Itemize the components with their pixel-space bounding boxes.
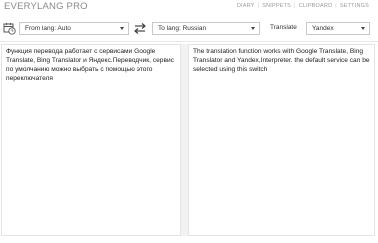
translate-label: Translate xyxy=(270,24,297,31)
nav-item-settings[interactable]: SETTINGS xyxy=(337,3,372,9)
chevron-down-icon xyxy=(120,27,124,30)
source-text-area[interactable]: Функция перевода работает с сервисами Go… xyxy=(1,44,181,236)
from-lang-value: From lang: Auto xyxy=(25,25,71,32)
to-lang-value: To lang: Russian xyxy=(158,25,207,32)
translated-text-area[interactable]: The translation function works with Goog… xyxy=(188,44,375,236)
chevron-down-icon xyxy=(251,27,255,30)
panel-splitter[interactable] xyxy=(181,44,188,236)
translation-toolbar: From lang: Auto To lang: Russian Transla… xyxy=(0,14,378,42)
to-lang-select[interactable]: To lang: Russian xyxy=(152,22,260,35)
translation-engine-select[interactable]: Yandex xyxy=(306,22,370,35)
app-title: EVERYLANG PRO xyxy=(4,1,88,12)
nav-item-clipboard[interactable]: CLIPBOARD xyxy=(296,3,336,9)
chevron-down-icon xyxy=(361,27,365,30)
swap-languages-icon[interactable] xyxy=(133,22,147,35)
source-text: Функция перевода работает с сервисами Go… xyxy=(6,48,174,82)
title-bar: EVERYLANG PRO DIARY | SNIPPETS | CLIPBOA… xyxy=(0,0,378,14)
translated-text: The translation function works with Goog… xyxy=(193,48,370,73)
nav-item-snippets[interactable]: SNIPPETS xyxy=(259,3,294,9)
history-calendar-icon[interactable] xyxy=(3,22,16,35)
engine-value: Yandex xyxy=(312,25,334,32)
nav-item-diary[interactable]: DIARY xyxy=(234,3,258,9)
status-bar xyxy=(0,236,378,243)
from-lang-select[interactable]: From lang: Auto xyxy=(19,22,129,35)
top-nav: DIARY | SNIPPETS | CLIPBOARD | SETTINGS xyxy=(234,3,372,9)
